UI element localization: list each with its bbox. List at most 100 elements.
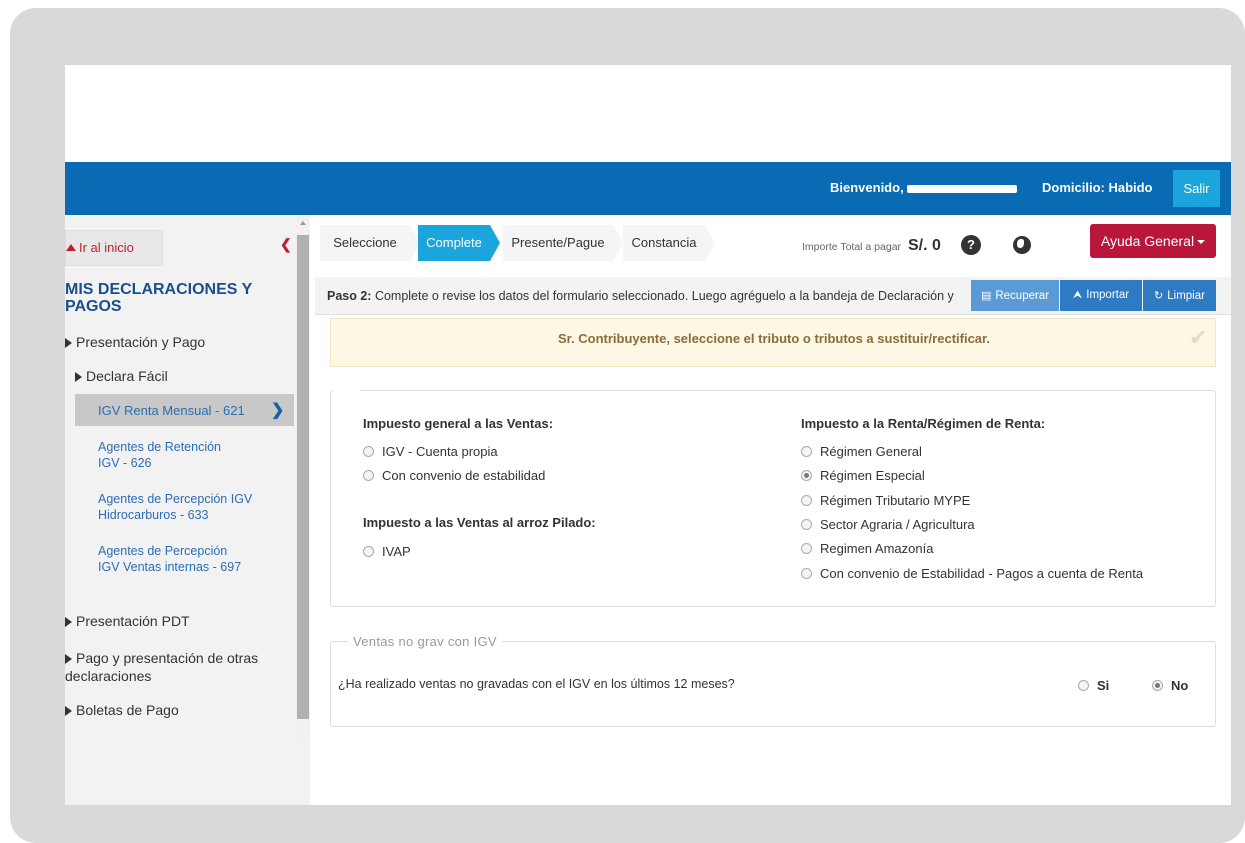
recuperar-label: Recuperar [995, 290, 1050, 302]
option-no[interactable]: No [1152, 678, 1188, 693]
caret-down-icon [1197, 240, 1206, 244]
caret-right-icon [65, 617, 72, 627]
importe-label: Importe Total a pagar [802, 241, 902, 253]
radio-button[interactable] [801, 519, 812, 530]
option-label: Con convenio de Estabilidad - Pagos a cu… [820, 566, 1144, 581]
ventas-legend: Ventas no grav con IGV [348, 634, 502, 649]
recuperar-button[interactable]: ▤ Recuperar [971, 280, 1059, 311]
option-regimen-especial[interactable]: Régimen Especial [801, 468, 925, 483]
scroll-up-icon[interactable] [300, 221, 306, 225]
ventas-question: ¿Ha realizado ventas no gravadas con el … [338, 677, 735, 691]
alert-text: Sr. Contribuyente, seleccione el tributo… [558, 331, 990, 346]
limpiar-button[interactable]: ↻ Limpiar [1143, 280, 1216, 311]
importar-button[interactable]: ⮝ Importar [1060, 280, 1142, 311]
option-label: Régimen General [820, 444, 922, 459]
sidebar-item-label: Pago y presentación de otras declaracion… [65, 650, 259, 684]
radio-button-checked[interactable] [801, 470, 812, 481]
ayuda-general-label: Ayuda General [1100, 233, 1195, 249]
option-label: No [1171, 678, 1189, 693]
radio-button[interactable] [363, 470, 374, 481]
alert-box: Sr. Contribuyente, seleccione el tributo… [330, 318, 1216, 367]
device-frame: Bienvenido, Domicilio: Habido Salir Ir a… [10, 8, 1245, 843]
option-label: Régimen Especial [820, 468, 925, 483]
step-complete[interactable]: Complete [418, 225, 490, 261]
caret-right-icon [65, 706, 72, 716]
paso-instructions: Paso 2: Complete o revise los datos del … [327, 289, 954, 303]
welcome-label: Bienvenido, [830, 180, 904, 195]
ivap-section-title: Impuesto a las Ventas al arroz Pilado: [363, 515, 596, 530]
sidebar-scroll-thumb[interactable] [297, 235, 309, 719]
radio-button[interactable] [1078, 680, 1089, 691]
sidebar-item-percepcion-hidro[interactable]: Agentes de Percepción IGV Hidrocarburos … [98, 491, 278, 523]
caret-right-icon [75, 372, 82, 382]
globe-icon[interactable] [1013, 236, 1031, 254]
collapse-sidebar-icon[interactable]: ❮ [280, 236, 292, 253]
ayuda-general-button[interactable]: Ayuda General [1090, 224, 1216, 258]
option-igv-convenio[interactable]: Con convenio de estabilidad [363, 468, 545, 483]
option-igv-cuenta-propia[interactable]: IGV - Cuenta propia [363, 444, 498, 459]
caret-right-icon [65, 338, 72, 348]
sidebar-item-boletas[interactable]: Boletas de Pago [65, 702, 179, 718]
radio-button-checked[interactable] [1152, 680, 1163, 691]
option-convenio-renta[interactable]: Con convenio de Estabilidad - Pagos a cu… [801, 566, 1143, 581]
radio-button[interactable] [363, 446, 374, 457]
option-regimen-mype[interactable]: Régimen Tributario MYPE [801, 493, 970, 508]
sidebar-item-otras[interactable]: Pago y presentación de otras declaracion… [65, 649, 290, 685]
paso-step-label: Paso 2: [327, 289, 372, 303]
option-ivap[interactable]: IVAP [363, 544, 411, 559]
logout-button[interactable]: Salir [1173, 170, 1220, 207]
step-seleccione[interactable]: Seleccione [320, 225, 410, 261]
option-label: Régimen Tributario MYPE [820, 493, 971, 508]
sidebar-item-percepcion-ventas[interactable]: Agentes de Percepción IGV Ventas interna… [98, 543, 243, 575]
sidebar-title: MIS DECLARACIONES Y PAGOS [65, 281, 252, 315]
home-link-label: Ir al inicio [79, 240, 134, 255]
option-label: IGV - Cuenta propia [382, 444, 498, 459]
top-bar: Bienvenido, Domicilio: Habido Salir [65, 162, 1231, 215]
step-arrow [613, 225, 623, 261]
igv-section-title: Impuesto general a las Ventas: [363, 416, 554, 431]
step-arrow [705, 225, 715, 261]
home-icon [66, 244, 76, 251]
limpiar-label: Limpiar [1167, 290, 1205, 302]
option-regimen-general[interactable]: Régimen General [801, 444, 922, 459]
option-regimen-amazonia[interactable]: Regimen Amazonía [801, 541, 933, 556]
chevron-right-icon: ❯ [271, 402, 285, 419]
radio-button[interactable] [801, 495, 812, 506]
caret-right-icon [65, 654, 72, 664]
sidebar-item-presentacion[interactable]: Presentación y Pago [65, 334, 205, 350]
check-icon: ✔ [1189, 325, 1208, 350]
sidebar-item-retencion[interactable]: Agentes de Retención IGV - 626 [98, 439, 238, 471]
step-arrow-active [490, 225, 500, 261]
upload-icon: ⮝ [1072, 289, 1083, 301]
radio-button[interactable] [801, 568, 812, 579]
option-label: Sector Agraria / Agricultura [820, 517, 975, 532]
welcome-text: Bienvenido, [830, 180, 1017, 195]
sidebar-item-label: Declara Fácil [86, 368, 168, 384]
domicilio-status: Domicilio: Habido [1042, 180, 1153, 195]
refresh-icon: ↻ [1154, 290, 1164, 302]
sidebar-item-label: Presentación PDT [76, 613, 190, 629]
sidebar-item-label: Presentación y Pago [76, 334, 206, 350]
option-label: Con convenio de estabilidad [382, 468, 546, 483]
question-circle-icon[interactable]: ? [961, 235, 981, 255]
option-label: IVAP [382, 544, 411, 559]
screen: Bienvenido, Domicilio: Habido Salir Ir a… [65, 65, 1231, 805]
home-link[interactable]: Ir al inicio [65, 230, 163, 266]
radio-button[interactable] [801, 543, 812, 554]
sidebar-item-pdt[interactable]: Presentación PDT [65, 613, 190, 629]
radio-button[interactable] [363, 546, 374, 557]
option-label: Si [1097, 678, 1110, 693]
option-sector-agraria[interactable]: Sector Agraria / Agricultura [801, 517, 975, 532]
option-si[interactable]: Si [1078, 678, 1109, 693]
step-presente-pague[interactable]: Presente/Pague [503, 225, 613, 261]
redacted-username [906, 184, 1017, 193]
sidebar-item-declara-facil[interactable]: Declara Fácil [75, 368, 168, 384]
renta-section-title: Impuesto a la Renta/Régimen de Renta: [801, 416, 1046, 431]
panel-tab-gap [333, 387, 361, 392]
step-constancia[interactable]: Constancia [623, 225, 705, 261]
importar-label: Importar [1086, 289, 1130, 301]
radio-button[interactable] [801, 446, 812, 457]
sidebar-item-label: Boletas de Pago [76, 702, 179, 718]
sidebar-item-igv-renta-label[interactable]: IGV Renta Mensual - 621 [98, 403, 245, 418]
list-icon: ▤ [980, 290, 992, 302]
